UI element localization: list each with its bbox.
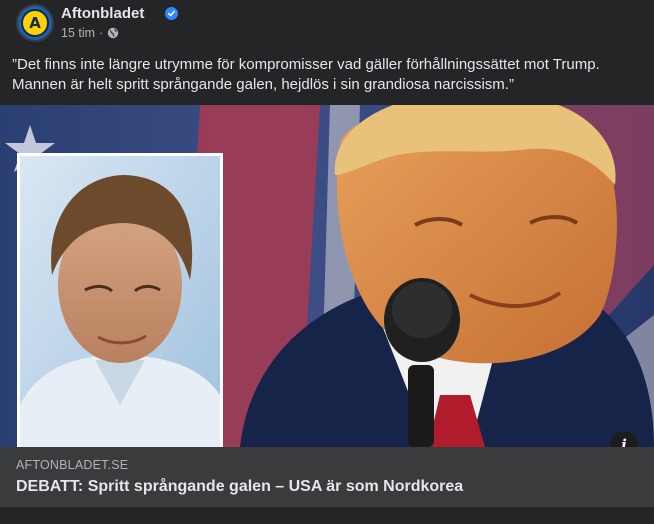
post-caption: ”Det finns inte längre utrymme för kompr… (12, 56, 600, 93)
link-preview-image[interactable] (0, 105, 654, 447)
link-domain: AFTONBLADET.SE (16, 458, 129, 472)
page-name-link[interactable]: Aftonbladet (61, 5, 144, 22)
link-title[interactable]: DEBATT: Spritt språngande galen – USA är… (16, 478, 463, 496)
post-bottom-strip (0, 507, 654, 524)
post-meta: 15 tim · (61, 26, 119, 40)
link-preview-card[interactable]: AFTONBLADET.SE DEBATT: Spritt språngande… (0, 447, 654, 507)
post-header: A Aftonbladet 15 tim · (16, 4, 616, 46)
meta-separator: · (99, 26, 104, 40)
facebook-post: A Aftonbladet 15 tim · ”Det finns inte l… (0, 0, 654, 524)
page-avatar[interactable]: A (16, 4, 54, 42)
verified-badge-icon (165, 7, 178, 20)
globe-icon[interactable] (107, 27, 119, 39)
aftonbladet-logo: A (21, 9, 49, 37)
post-timestamp[interactable]: 15 tim (61, 26, 95, 40)
